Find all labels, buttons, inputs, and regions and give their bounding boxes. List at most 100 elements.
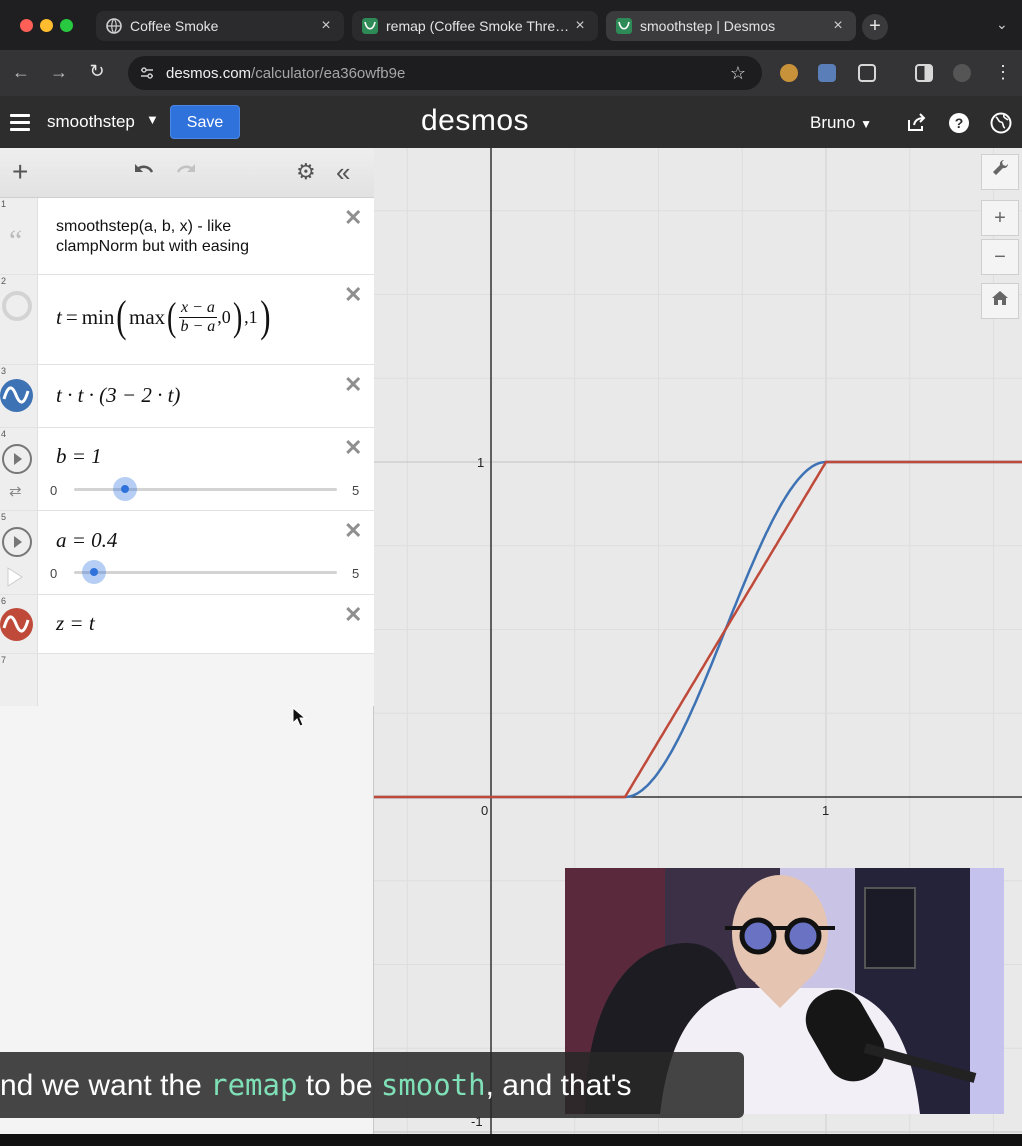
slider-track[interactable] bbox=[74, 571, 337, 574]
url-host: desmos.com bbox=[166, 64, 252, 82]
zoom-window-button[interactable] bbox=[60, 19, 73, 32]
delete-expression-icon[interactable]: ✕ bbox=[344, 372, 362, 398]
save-button[interactable]: Save bbox=[170, 105, 240, 139]
zoom-in-button[interactable]: + bbox=[981, 200, 1019, 236]
expression-number: 3 bbox=[1, 366, 7, 376]
expression-slider-a[interactable]: 5 a = 0.4 0 5 ✕ bbox=[0, 511, 374, 595]
note-text[interactable]: smoothstep(a, b, x) - like clampNorm but… bbox=[56, 217, 296, 257]
slider-max[interactable]: 5 bbox=[352, 566, 359, 581]
tab-coffee-smoke[interactable]: Coffee Smoke × bbox=[96, 11, 344, 41]
expression-z[interactable]: 6 z = t ✕ bbox=[0, 595, 374, 654]
browser-menu-icon[interactable]: ⋮ bbox=[992, 62, 1014, 83]
puzzle-extensions-icon[interactable] bbox=[858, 64, 876, 82]
expression-smoothstep[interactable]: 3 t · t · (3 − 2 · t) ✕ bbox=[0, 365, 374, 428]
close-tab-icon[interactable]: × bbox=[318, 17, 334, 35]
delete-expression-icon[interactable]: ✕ bbox=[344, 518, 362, 544]
play-slider-icon[interactable] bbox=[2, 444, 32, 474]
default-viewport-home-icon[interactable] bbox=[981, 283, 1019, 319]
tab-smoothstep-desmos[interactable]: smoothstep | Desmos × bbox=[606, 11, 856, 41]
help-icon[interactable]: ? bbox=[948, 112, 970, 134]
expression-slider-b[interactable]: 4 ⇄ b = 1 0 5 ✕ bbox=[0, 428, 374, 511]
extension-icon[interactable] bbox=[818, 64, 836, 82]
share-icon[interactable] bbox=[905, 112, 927, 134]
tab-search-chevron-icon[interactable]: ⌄ bbox=[996, 16, 1008, 33]
red-curve-color-icon[interactable] bbox=[0, 608, 33, 641]
tick-label: 1 bbox=[822, 803, 829, 818]
globe-language-icon[interactable] bbox=[990, 112, 1012, 134]
close-tab-icon[interactable]: × bbox=[572, 17, 588, 35]
loop-icon[interactable]: ⇄ bbox=[9, 482, 22, 500]
bookmark-star-icon[interactable]: ☆ bbox=[730, 63, 746, 84]
expression-math[interactable]: a = 0.4 bbox=[56, 528, 117, 553]
side-panel-icon[interactable] bbox=[915, 64, 933, 82]
tick-label: 1 bbox=[477, 455, 484, 470]
caption-code: remap bbox=[210, 1068, 298, 1102]
close-tab-icon[interactable]: × bbox=[830, 17, 846, 35]
slider-max[interactable]: 5 bbox=[352, 483, 359, 498]
caption-text: to be bbox=[297, 1069, 381, 1102]
menu-hamburger-icon[interactable] bbox=[10, 114, 30, 135]
new-tab-button[interactable]: + bbox=[862, 14, 888, 40]
reload-icon[interactable]: ↻ bbox=[86, 61, 108, 82]
settings-gear-icon[interactable]: ⚙ bbox=[296, 160, 316, 184]
mouse-cursor-icon bbox=[292, 707, 306, 727]
slider-handle-dot[interactable] bbox=[90, 568, 98, 576]
profile-avatar-icon[interactable] bbox=[953, 64, 971, 82]
hidden-color-toggle-icon[interactable] bbox=[2, 291, 32, 321]
slider-min[interactable]: 0 bbox=[50, 566, 57, 581]
expression-number: 4 bbox=[1, 429, 7, 439]
expression-number: 1 bbox=[1, 199, 7, 209]
graph-settings-wrench-icon[interactable] bbox=[981, 154, 1019, 190]
desmos-favicon-icon bbox=[362, 18, 378, 34]
expression-math[interactable]: z = t bbox=[56, 611, 95, 636]
blue-curve-color-icon[interactable] bbox=[0, 379, 33, 412]
bottom-strip bbox=[0, 1134, 1022, 1146]
subtitle-caption: nd we want the remap to be smooth, and t… bbox=[0, 1052, 744, 1118]
expression-t-definition[interactable]: 2 t = min ( max ( x − a b − a ,0 ) ,1 ) ✕ bbox=[0, 275, 374, 365]
delete-expression-icon[interactable]: ✕ bbox=[344, 282, 362, 308]
add-item-icon[interactable]: + bbox=[12, 158, 28, 186]
forward-arrow-icon[interactable]: → bbox=[48, 62, 70, 83]
expression-note[interactable]: 1 “ smoothstep(a, b, x) - like clampNorm… bbox=[0, 198, 374, 275]
back-arrow-icon[interactable]: ← bbox=[10, 62, 32, 83]
play-slider-icon[interactable] bbox=[2, 527, 32, 557]
slider-min[interactable]: 0 bbox=[50, 483, 57, 498]
graph-title[interactable]: smoothstep bbox=[47, 112, 135, 132]
user-name: Bruno bbox=[810, 113, 856, 132]
expression-empty[interactable]: 7 bbox=[0, 654, 374, 706]
expression-number: 5 bbox=[1, 512, 7, 522]
undo-icon[interactable] bbox=[132, 160, 156, 189]
minimize-window-button[interactable] bbox=[40, 19, 53, 32]
expression-math[interactable]: b = 1 bbox=[56, 444, 102, 469]
play-animation-icon[interactable] bbox=[0, 565, 28, 594]
note-quote-icon: “ bbox=[9, 224, 23, 257]
delete-expression-icon[interactable]: ✕ bbox=[344, 435, 362, 461]
caption-code: smooth bbox=[380, 1068, 486, 1102]
delete-expression-icon[interactable]: ✕ bbox=[344, 602, 362, 628]
caption-text: , and that's bbox=[485, 1069, 632, 1102]
caption-text: nd we want the bbox=[0, 1069, 211, 1102]
slider-handle-dot[interactable] bbox=[121, 485, 129, 493]
caret-down-icon[interactable]: ▼ bbox=[146, 112, 159, 127]
tab-title: remap (Coffee Smoke Three.js bbox=[386, 18, 572, 34]
tab-title: Coffee Smoke bbox=[130, 18, 219, 34]
collapse-panel-icon[interactable]: « bbox=[336, 159, 350, 185]
desmos-logo: desmos bbox=[421, 104, 530, 137]
address-bar[interactable]: desmos.com/calculator/ea36owfb9e ☆ bbox=[128, 56, 762, 90]
tab-remap[interactable]: remap (Coffee Smoke Three.js × bbox=[352, 11, 598, 41]
expression-math[interactable]: t · t · (3 − 2 · t) bbox=[56, 383, 180, 408]
url-path: /calculator/ea36owfb9e bbox=[251, 64, 406, 82]
desmos-favicon-icon bbox=[616, 18, 632, 34]
user-menu[interactable]: Bruno ▼ bbox=[810, 113, 872, 133]
cookie-extension-icon[interactable] bbox=[780, 64, 798, 82]
zoom-out-button[interactable]: − bbox=[981, 239, 1019, 275]
delete-expression-icon[interactable]: ✕ bbox=[344, 205, 362, 231]
fraction-denominator: b − a bbox=[180, 317, 216, 335]
site-info-icon[interactable] bbox=[140, 66, 154, 80]
redo-icon[interactable] bbox=[174, 160, 198, 189]
tick-label: 0 bbox=[481, 803, 488, 818]
expression-math[interactable]: t = min ( max ( x − a b − a ,0 ) ,1 ) bbox=[56, 295, 272, 339]
tab-title: smoothstep | Desmos bbox=[640, 18, 776, 34]
close-window-button[interactable] bbox=[20, 19, 33, 32]
globe-icon bbox=[106, 18, 122, 34]
